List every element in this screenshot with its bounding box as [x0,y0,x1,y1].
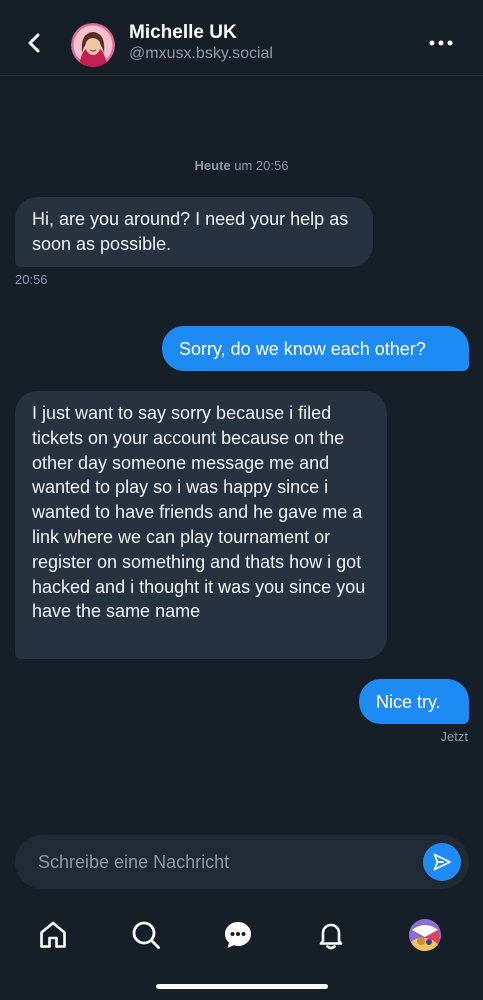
more-options-button[interactable] [424,30,458,56]
date-separator-day: Heute [194,158,231,173]
avatar [409,919,441,951]
nav-chat[interactable] [218,915,258,955]
chat-icon [225,922,251,948]
bottom-navigation [0,905,483,965]
send-button[interactable] [423,843,461,881]
bell-icon [319,923,343,950]
message-bubble-incoming[interactable]: I just want to say sorry because i filed… [15,391,387,659]
contact-handle: @mxusx.bsky.social [129,45,273,62]
back-button[interactable] [20,28,50,58]
chevron-left-icon [28,33,40,53]
message-bubble-outgoing[interactable]: Sorry, do we know each other? [162,326,469,371]
date-separator: Heute um 20:56 [0,158,483,173]
message-bubble-incoming[interactable]: Hi, are you around? I need your help as … [15,197,373,267]
message-timestamp: 20:56 [15,272,48,287]
more-horizontal-icon [429,40,453,46]
nav-home[interactable] [33,915,73,955]
message-bubble-outgoing[interactable]: Nice try. [359,679,469,724]
search-icon [132,921,160,949]
contact-name: Michelle UK [129,22,237,43]
message-composer [15,835,469,889]
nav-search[interactable] [126,915,166,955]
nav-notifications[interactable] [311,915,351,955]
message-timestamp: Jetzt [440,729,468,744]
home-icon [40,921,66,948]
date-separator-time: um 20:56 [230,158,289,173]
home-indicator [156,984,328,989]
nav-profile[interactable] [405,915,445,955]
message-input[interactable] [38,835,418,889]
contact-avatar[interactable] [71,23,115,67]
conversation-header: Michelle UK @mxusx.bsky.social [0,0,483,76]
send-icon [433,853,451,871]
